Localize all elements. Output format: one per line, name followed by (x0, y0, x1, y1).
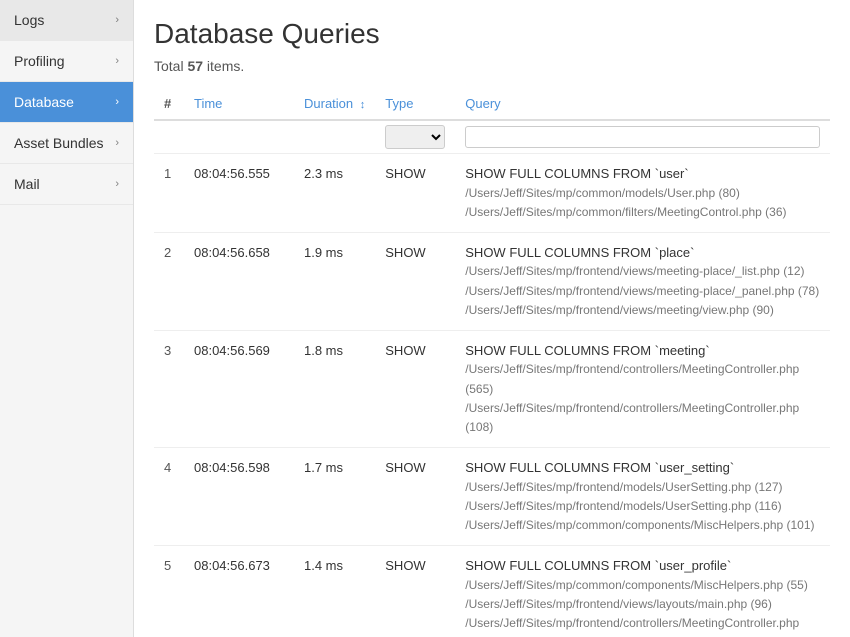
row-duration: 1.7 ms (294, 448, 375, 546)
row-num: 1 (154, 154, 184, 233)
query-path-text: /Users/Jeff/Sites/mp/frontend/views/meet… (465, 282, 820, 301)
row-num: 4 (154, 448, 184, 546)
sidebar-item-label: Logs (14, 12, 44, 28)
table-row: 208:04:56.6581.9 msSHOWSHOW FULL COLUMNS… (154, 232, 830, 330)
query-path-text: /Users/Jeff/Sites/mp/frontend/views/layo… (465, 595, 820, 614)
query-main-text: SHOW FULL COLUMNS FROM `user_setting` (465, 458, 820, 478)
row-query: SHOW FULL COLUMNS FROM `place`/Users/Jef… (455, 232, 830, 330)
col-header-duration: Duration ↕ (294, 88, 375, 120)
sidebar-item-asset-bundles[interactable]: Asset Bundles › (0, 123, 133, 164)
row-type: SHOW (375, 546, 455, 637)
query-path-text: /Users/Jeff/Sites/mp/frontend/models/Use… (465, 497, 820, 516)
query-path-text: /Users/Jeff/Sites/mp/common/components/M… (465, 516, 820, 535)
filter-row: SHOW SELECT (154, 120, 830, 154)
query-main-text: SHOW FULL COLUMNS FROM `meeting` (465, 341, 820, 361)
sidebar-item-label: Mail (14, 176, 40, 192)
query-path-text: /Users/Jeff/Sites/mp/frontend/views/meet… (465, 301, 820, 320)
query-main-text: SHOW FULL COLUMNS FROM `user` (465, 164, 820, 184)
table-header-row: # Time Duration ↕ Type Query (154, 88, 830, 120)
table-row: 108:04:56.5552.3 msSHOWSHOW FULL COLUMNS… (154, 154, 830, 233)
sidebar-item-label: Database (14, 94, 74, 110)
col-header-num: # (154, 88, 184, 120)
row-query: SHOW FULL COLUMNS FROM `user_setting`/Us… (455, 448, 830, 546)
query-main-text: SHOW FULL COLUMNS FROM `place` (465, 243, 820, 263)
sidebar-item-logs[interactable]: Logs › (0, 0, 133, 41)
row-duration: 1.9 ms (294, 232, 375, 330)
row-time: 08:04:56.598 (184, 448, 294, 546)
row-time: 08:04:56.658 (184, 232, 294, 330)
page-title: Database Queries (154, 18, 830, 50)
sidebar: Logs›Profiling›Database›Asset Bundles›Ma… (0, 0, 134, 637)
query-path-text: /Users/Jeff/Sites/mp/common/components/M… (465, 576, 820, 595)
table-row: 308:04:56.5691.8 msSHOWSHOW FULL COLUMNS… (154, 330, 830, 447)
row-query: SHOW FULL COLUMNS FROM `meeting`/Users/J… (455, 330, 830, 447)
row-num: 5 (154, 546, 184, 637)
query-path-text: /Users/Jeff/Sites/mp/common/filters/Meet… (465, 203, 820, 222)
table-body: 108:04:56.5552.3 msSHOWSHOW FULL COLUMNS… (154, 154, 830, 637)
table-row: 508:04:56.6731.4 msSHOWSHOW FULL COLUMNS… (154, 546, 830, 637)
row-query: SHOW FULL COLUMNS FROM `user`/Users/Jeff… (455, 154, 830, 233)
row-type: SHOW (375, 232, 455, 330)
row-num: 2 (154, 232, 184, 330)
table-row: 408:04:56.5981.7 msSHOWSHOW FULL COLUMNS… (154, 448, 830, 546)
chevron-right-icon: › (115, 55, 119, 67)
sidebar-item-database[interactable]: Database › (0, 82, 133, 123)
query-main-text: SHOW FULL COLUMNS FROM `user_profile` (465, 556, 820, 576)
query-path-text: /Users/Jeff/Sites/mp/common/models/User.… (465, 184, 820, 203)
total-count-text: Total 57 items. (154, 58, 830, 74)
row-type: SHOW (375, 448, 455, 546)
chevron-right-icon: › (115, 14, 119, 26)
sidebar-item-label: Profiling (14, 53, 65, 69)
sort-icon: ↕ (360, 99, 366, 111)
row-num: 3 (154, 330, 184, 447)
row-time: 08:04:56.569 (184, 330, 294, 447)
query-path-text: /Users/Jeff/Sites/mp/frontend/controller… (465, 614, 820, 637)
chevron-right-icon: › (115, 178, 119, 190)
row-time: 08:04:56.673 (184, 546, 294, 637)
type-filter-select[interactable]: SHOW SELECT (385, 125, 445, 149)
query-filter-input[interactable] (465, 126, 820, 148)
sidebar-item-mail[interactable]: Mail › (0, 164, 133, 205)
query-path-text: /Users/Jeff/Sites/mp/frontend/controller… (465, 360, 820, 398)
row-duration: 2.3 ms (294, 154, 375, 233)
col-header-time: Time (184, 88, 294, 120)
col-header-query: Query (455, 88, 830, 120)
chevron-right-icon: › (115, 96, 119, 108)
row-type: SHOW (375, 154, 455, 233)
sidebar-item-label: Asset Bundles (14, 135, 104, 151)
row-type: SHOW (375, 330, 455, 447)
main-content: Database Queries Total 57 items. # Time … (134, 0, 850, 637)
query-path-text: /Users/Jeff/Sites/mp/frontend/models/Use… (465, 478, 820, 497)
row-duration: 1.8 ms (294, 330, 375, 447)
queries-table: # Time Duration ↕ Type Query SHOW SELECT (154, 88, 830, 637)
chevron-right-icon: › (115, 137, 119, 149)
sidebar-item-profiling[interactable]: Profiling › (0, 41, 133, 82)
total-number: 57 (187, 58, 203, 74)
query-path-text: /Users/Jeff/Sites/mp/frontend/controller… (465, 399, 820, 437)
row-query: SHOW FULL COLUMNS FROM `user_profile`/Us… (455, 546, 830, 637)
row-duration: 1.4 ms (294, 546, 375, 637)
query-path-text: /Users/Jeff/Sites/mp/frontend/views/meet… (465, 262, 820, 281)
col-header-type: Type (375, 88, 455, 120)
row-time: 08:04:56.555 (184, 154, 294, 233)
